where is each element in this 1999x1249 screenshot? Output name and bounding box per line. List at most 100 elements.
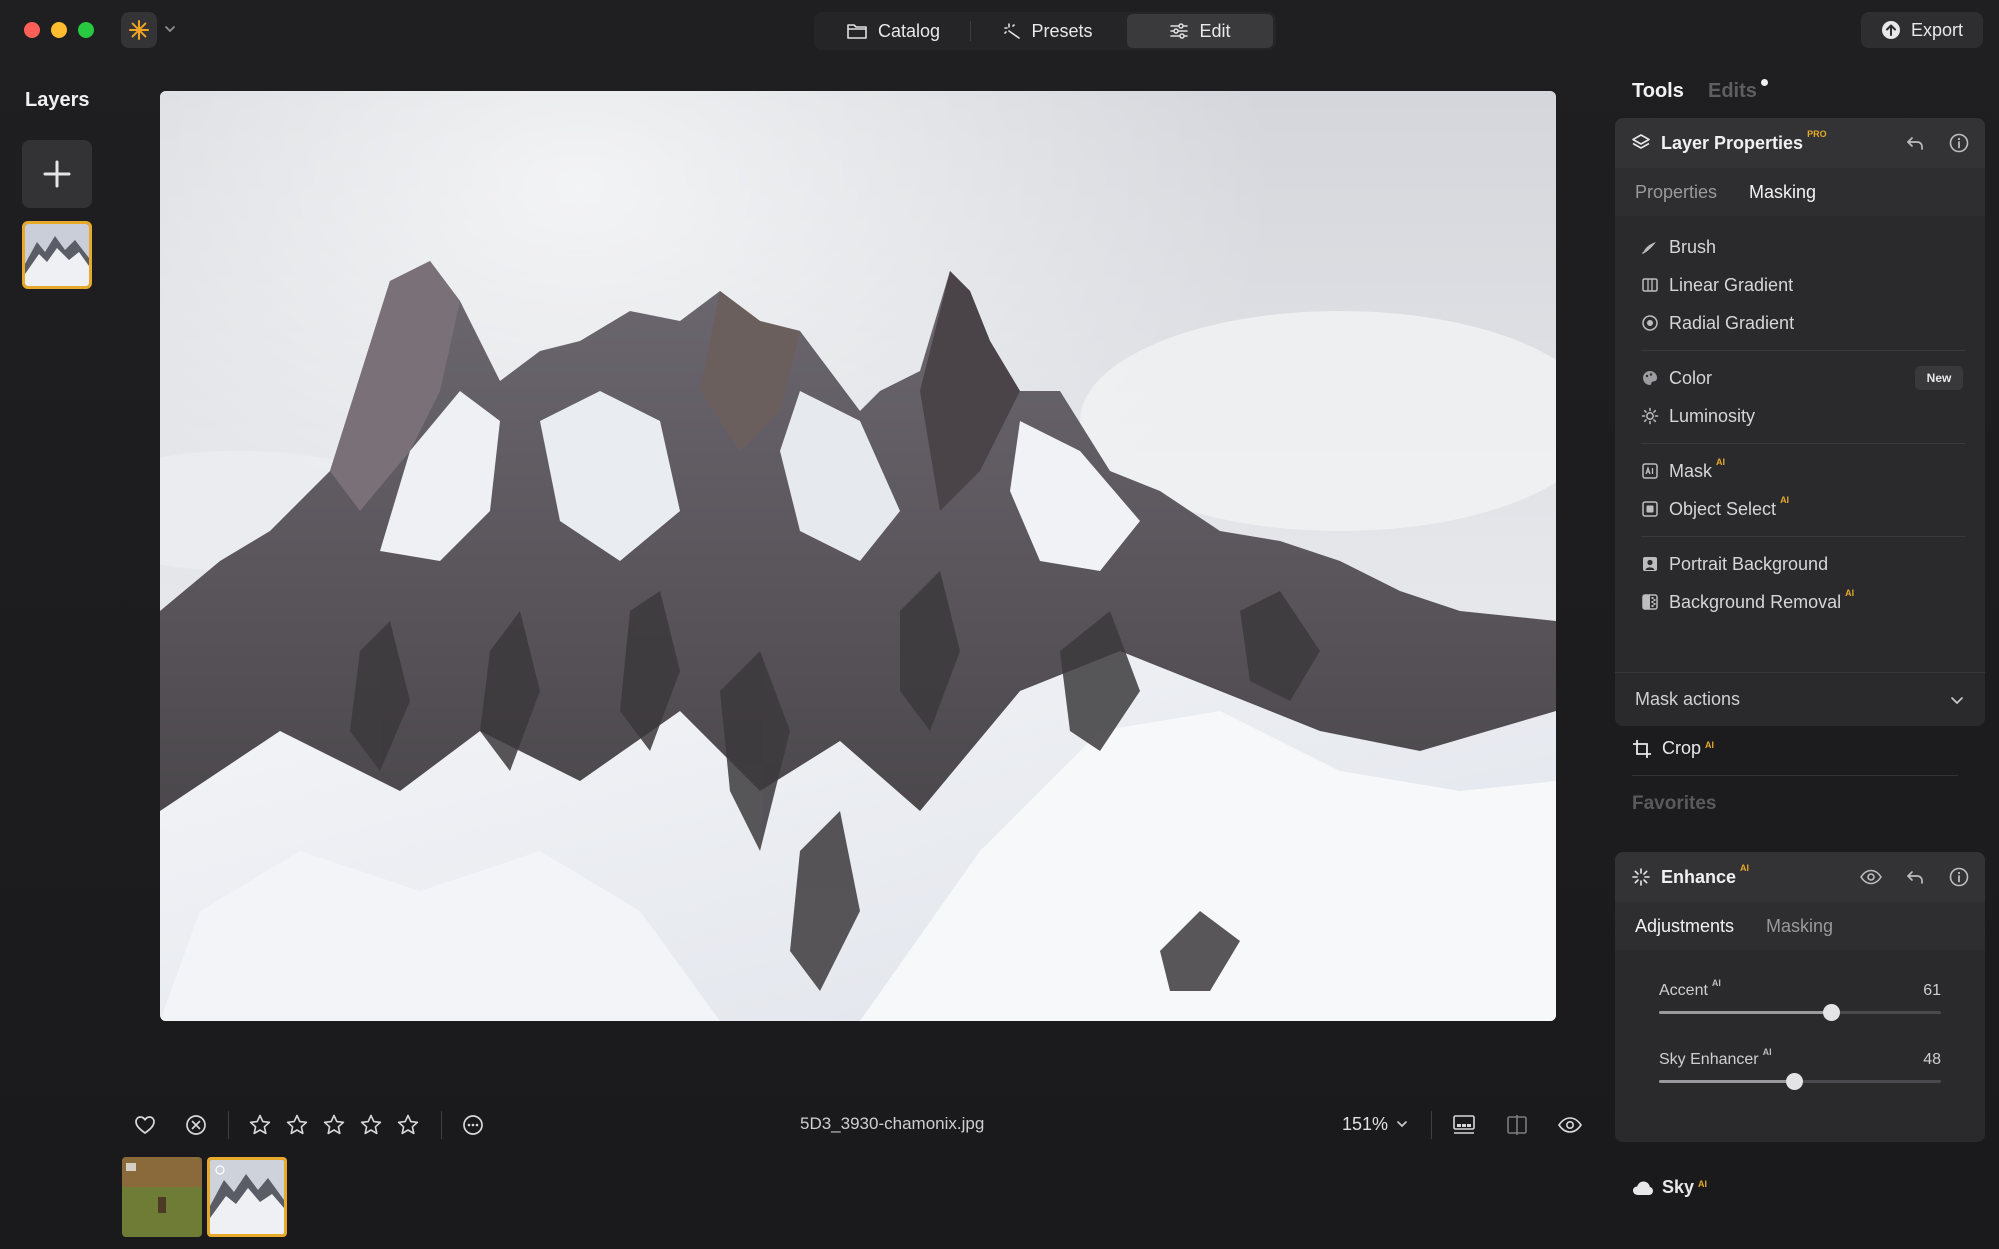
layers-icon [1632,134,1650,149]
radial-gradient-icon [1641,314,1659,332]
tab-edits[interactable]: Edits [1708,80,1757,103]
enhance-panel: Enhance AI Adjustments Masking Accent AI… [1615,852,1985,1142]
filmstrip-icon [1453,1115,1475,1134]
divider [441,1111,442,1139]
slider-fill [1659,1011,1832,1014]
slider-value: 48 [1923,1051,1941,1068]
mask-tool-color[interactable]: Color New [1641,359,1965,397]
tab-catalog[interactable]: Catalog [816,14,970,48]
tab-edit-label: Edit [1199,20,1231,41]
ellipsis-circle-icon [463,1115,483,1135]
mask-tool-luminosity[interactable]: Luminosity [1641,397,1965,435]
sky-enhancer-slider[interactable]: Sky Enhancer AI 48 [1659,1039,1941,1108]
favorites-heading[interactable]: Favorites [1632,793,1716,815]
subtab-masking[interactable]: Masking [1766,916,1833,937]
filmstrip-thumbnail-1[interactable] [122,1157,202,1237]
minimize-window-button[interactable] [51,22,67,38]
visibility-toggle-button[interactable] [1859,865,1883,889]
undo-icon [1907,871,1923,884]
mask-tool-radial-gradient[interactable]: Radial Gradient [1641,304,1965,342]
layer-properties-title: Layer Properties PRO [1661,128,1827,153]
chevron-down-icon[interactable] [1395,1117,1409,1131]
zoom-window-button[interactable] [78,22,94,38]
enhance-header[interactable]: Enhance AI [1615,852,1985,902]
info-button[interactable] [1947,865,1971,889]
mask-tool-label: Mask AI [1669,456,1726,481]
add-layer-button[interactable] [22,140,92,208]
favorite-button[interactable] [132,1112,158,1138]
mask-tool-object-select[interactable]: Object Select AI [1641,490,1965,528]
chevron-down-icon [1951,696,1963,704]
more-options-button[interactable] [460,1112,486,1138]
star-4-button[interactable] [358,1112,384,1138]
sparkle-icon [1004,23,1021,39]
star-icon [323,1114,345,1135]
mask-tool-brush[interactable]: Brush [1641,228,1965,266]
crop-tool[interactable]: Crop AI [1632,738,1714,759]
filmstrip-thumbnail-2[interactable] [207,1157,287,1237]
mask-tool-background-removal[interactable]: Background Removal AI [1641,583,1965,621]
subtab-masking[interactable]: Masking [1749,182,1816,203]
sky-tool[interactable]: Sky AI [1632,1177,1707,1198]
preview-button[interactable] [1557,1112,1583,1138]
mask-tool-label: Portrait Background [1669,553,1829,574]
star-icon [286,1114,308,1135]
reset-button[interactable] [1903,131,1927,155]
edits-indicator-dot [1761,79,1768,86]
slider-track[interactable] [1659,1073,1941,1090]
ai-badge: AI [1716,456,1726,467]
info-icon [1949,867,1969,887]
divider [1641,536,1965,537]
layer-properties-header[interactable]: Layer Properties PRO [1615,118,1985,168]
tab-presets[interactable]: Presets [971,14,1125,48]
star-icon [360,1114,382,1135]
mountain-thumbnail-image [210,1160,284,1234]
divider [1641,443,1965,444]
mask-tool-label: Radial Gradient [1669,312,1795,333]
export-button[interactable]: Export [1861,12,1983,48]
subtab-properties[interactable]: Properties [1635,182,1717,203]
layers-title: Layers [25,89,90,111]
star-2-button[interactable] [284,1112,310,1138]
tab-presets-label: Presets [1031,20,1093,41]
chevron-down-icon[interactable] [162,21,178,37]
slider-thumb[interactable] [1786,1073,1804,1090]
compare-button[interactable] [1504,1112,1530,1138]
ai-badge: AI [1711,978,1721,988]
folder-icon [847,24,867,39]
star-5-button[interactable] [395,1112,421,1138]
upload-icon [1881,21,1900,39]
enhance-sliders: Accent AI 61 Sky Enhancer AI 48 [1615,950,1985,1108]
reject-button[interactable] [183,1112,209,1138]
star-3-button[interactable] [321,1112,347,1138]
reset-button[interactable] [1903,865,1927,889]
slider-track[interactable] [1659,1004,1941,1021]
mask-tool-linear-gradient[interactable]: Linear Gradient [1641,266,1965,304]
layer-thumbnail[interactable] [22,221,92,289]
close-window-button[interactable] [24,22,40,38]
title-bar: Catalog Presets Edit Export [0,0,1999,60]
tab-edit[interactable]: Edit [1127,14,1273,48]
slider-thumb[interactable] [1823,1004,1841,1021]
layer-properties-panel: Layer Properties PRO Properties Masking … [1615,118,1985,726]
info-button[interactable] [1947,131,1971,155]
mode-switcher: Catalog Presets Edit [814,12,1276,50]
photo-canvas[interactable] [160,91,1556,1021]
divider [1632,775,1958,776]
subtab-adjustments[interactable]: Adjustments [1635,916,1734,937]
cloud-icon [1633,1181,1653,1195]
mask-tool-mask-ai[interactable]: Mask AI [1641,452,1965,490]
mountain-thumbnail-image [25,224,89,286]
filmstrip-toggle-button[interactable] [1451,1112,1477,1138]
app-menu-button[interactable] [121,12,157,48]
split-view-icon [1507,1115,1527,1135]
tab-tools[interactable]: Tools [1632,80,1684,103]
mask-actions-dropdown[interactable]: Mask actions [1615,672,1985,726]
eye-icon [1558,1117,1582,1133]
ai-mask-icon [1641,462,1659,480]
mask-tool-portrait-background[interactable]: Portrait Background [1641,545,1965,583]
sky-label: Sky [1662,1177,1695,1197]
star-1-button[interactable] [247,1112,273,1138]
accent-slider[interactable]: Accent AI 61 [1659,970,1941,1039]
zoom-level[interactable]: 151% [1342,1114,1388,1135]
